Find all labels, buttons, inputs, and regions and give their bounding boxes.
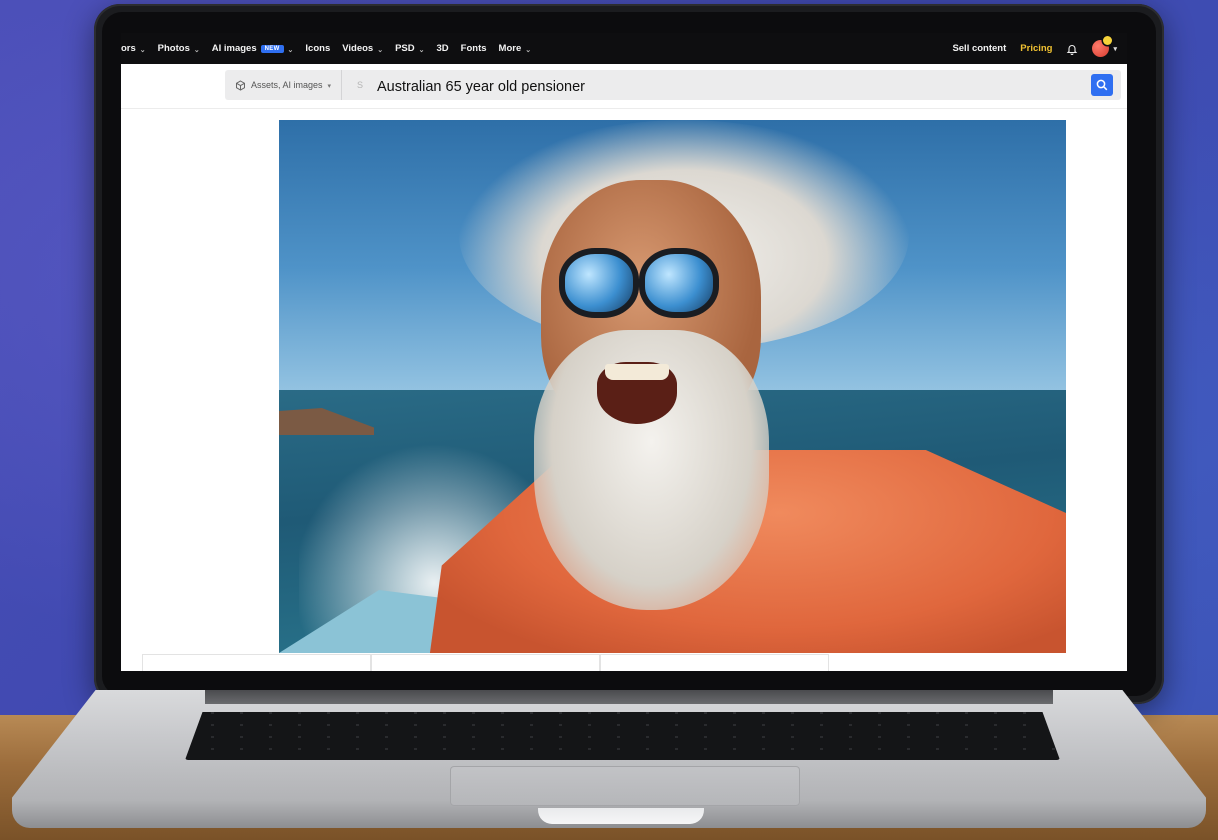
nav-menu: ors ⌄ Photos ⌄ AI images NEW ⌄ Icons Vid… [121, 33, 531, 64]
detail-card-usage [371, 654, 600, 671]
nav-item-psd[interactable]: PSD ⌄ [395, 43, 424, 54]
search-row: Assets, AI images ▾ S Australian 65 year… [121, 64, 1127, 109]
chevron-down-icon: ⌄ [287, 46, 294, 54]
nav-item-fonts[interactable]: Fonts [461, 43, 487, 54]
chevron-down-icon: ⌄ [139, 46, 146, 54]
detail-card-model [142, 654, 371, 671]
assets-icon [236, 79, 245, 91]
new-badge: NEW [260, 44, 284, 53]
notification-dot [1103, 36, 1113, 45]
sunglasses-lens-right [639, 248, 719, 318]
sunglasses-icon [511, 238, 721, 318]
search-icon [1096, 79, 1108, 91]
nav-item-label: PSD [395, 43, 415, 54]
search-button[interactable] [1091, 74, 1113, 96]
nav-item-label: Fonts [460, 43, 487, 54]
sunglasses-lens-left [559, 248, 639, 318]
chevron-down-icon: ⌄ [193, 46, 200, 54]
chevron-down-icon: ⌄ [377, 46, 384, 54]
generated-photo[interactable] [279, 120, 1066, 653]
nav-item-icons[interactable]: Icons [305, 43, 330, 54]
photo-teeth [605, 364, 669, 380]
laptop-hinge [205, 690, 1053, 704]
bell-icon[interactable] [1066, 43, 1078, 55]
sell-content-link[interactable]: Sell content [952, 43, 1006, 54]
detail-card-license [600, 654, 829, 671]
detail-cards [142, 654, 832, 671]
chevron-down-icon: ⌄ [525, 46, 532, 54]
nav-item-3d[interactable]: 3D [437, 43, 449, 54]
chevron-down-icon: ⌄ [418, 46, 425, 54]
nav-item-label: More [498, 43, 522, 54]
laptop-screen: ors ⌄ Photos ⌄ AI images NEW ⌄ Icons Vid… [121, 33, 1127, 671]
search-scope-label: Assets, AI images [251, 80, 323, 90]
nav-item-vectors[interactable]: ors ⌄ [121, 43, 146, 54]
search-scope-dropdown[interactable]: Assets, AI images ▾ [225, 70, 343, 100]
nav-item-label: 3D [436, 43, 449, 54]
search-placeholder-stub: S [357, 80, 364, 90]
chevron-down-icon[interactable]: ▾ [1113, 45, 1117, 53]
user-avatar[interactable] [1092, 36, 1113, 57]
nav-item-ai-images[interactable]: AI images NEW ⌄ [212, 43, 294, 54]
nav-item-label: Photos [157, 43, 190, 54]
search-bar: Assets, AI images ▾ S Australian 65 year… [225, 70, 1121, 100]
nav-item-photos[interactable]: Photos ⌄ [158, 43, 200, 54]
top-navigation: ors ⌄ Photos ⌄ AI images NEW ⌄ Icons Vid… [121, 33, 1127, 64]
laptop-front-notch [538, 808, 704, 824]
chevron-down-icon: ▾ [327, 83, 332, 90]
nav-actions: Sell content Pricing ▾ [952, 33, 1117, 64]
laptop-keyboard [185, 712, 1060, 760]
laptop-trackpad [450, 766, 800, 806]
nav-item-label: AI images [211, 43, 257, 54]
pricing-link[interactable]: Pricing [1020, 43, 1052, 54]
nav-item-label: ors [121, 43, 136, 54]
nav-item-label: Videos [342, 43, 374, 54]
nav-item-videos[interactable]: Videos ⌄ [342, 43, 383, 54]
nav-item-label: Icons [305, 43, 331, 54]
search-input[interactable]: Australian 65 year old pensioner [377, 70, 585, 100]
nav-item-more[interactable]: More ⌄ [499, 43, 532, 54]
